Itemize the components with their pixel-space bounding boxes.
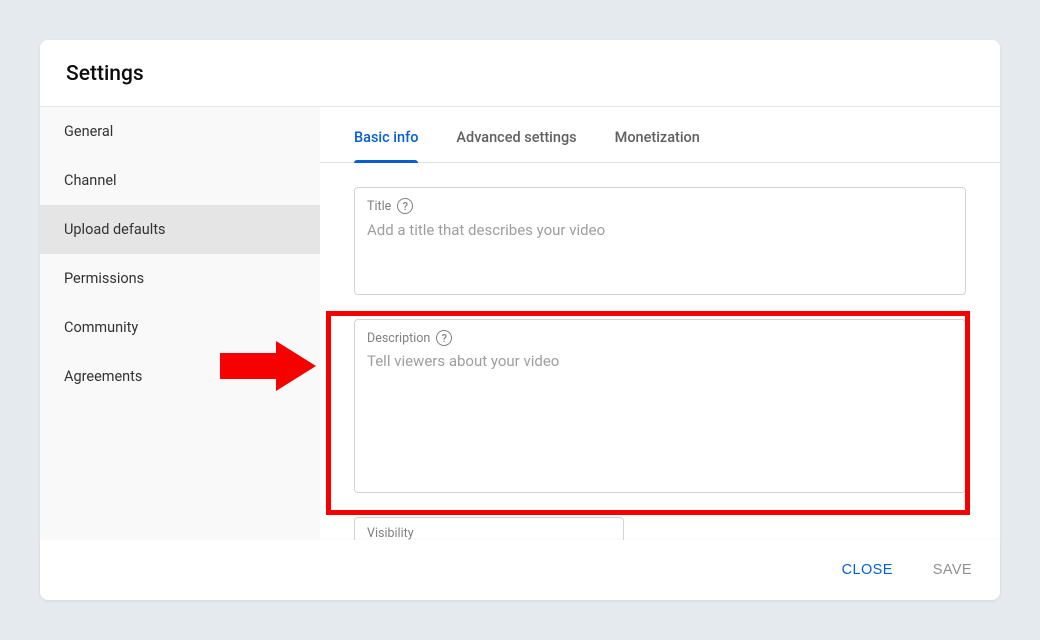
tab-label: Advanced settings xyxy=(456,129,576,146)
visibility-label: Visibility xyxy=(367,526,611,540)
tab-label: Basic info xyxy=(354,129,418,146)
form-area: Title ? Description ? Visibility xyxy=(320,163,1000,540)
title-label-row: Title ? xyxy=(367,198,953,214)
dialog-title: Settings xyxy=(66,62,974,86)
sidebar-item-channel[interactable]: Channel xyxy=(40,156,320,205)
dialog-body: General Channel Upload defaults Permissi… xyxy=(40,107,1000,540)
sidebar-item-label: Permissions xyxy=(64,270,144,287)
tab-label: Monetization xyxy=(615,129,700,146)
sidebar-item-label: Channel xyxy=(64,172,117,189)
help-icon[interactable]: ? xyxy=(397,198,413,214)
sidebar-item-general[interactable]: General xyxy=(40,107,320,156)
title-label: Title xyxy=(367,199,391,214)
visibility-select[interactable]: Visibility xyxy=(354,517,624,540)
sidebar-item-label: Community xyxy=(64,319,138,336)
content-scroll[interactable]: Basic info Advanced settings Monetizatio… xyxy=(320,107,1000,540)
help-icon[interactable]: ? xyxy=(436,330,452,346)
tab-basic-info[interactable]: Basic info xyxy=(354,129,418,162)
sidebar-item-upload-defaults[interactable]: Upload defaults xyxy=(40,205,320,254)
save-button[interactable]: SAVE xyxy=(925,556,980,584)
description-field[interactable]: Description ? xyxy=(354,319,966,493)
description-label-row: Description ? xyxy=(367,330,953,346)
dialog-footer: CLOSE SAVE xyxy=(40,540,1000,600)
tabs: Basic info Advanced settings Monetizatio… xyxy=(320,107,1000,163)
title-input[interactable] xyxy=(367,221,953,239)
sidebar-item-community[interactable]: Community xyxy=(40,303,320,352)
dialog-header: Settings xyxy=(40,40,1000,107)
description-label: Description xyxy=(367,331,430,346)
sidebar-item-label: Upload defaults xyxy=(64,221,166,238)
close-button[interactable]: CLOSE xyxy=(834,556,901,584)
settings-sidebar: General Channel Upload defaults Permissi… xyxy=(40,107,320,540)
sidebar-item-permissions[interactable]: Permissions xyxy=(40,254,320,303)
sidebar-item-label: Agreements xyxy=(64,368,142,385)
tab-advanced-settings[interactable]: Advanced settings xyxy=(456,129,576,162)
button-label: CLOSE xyxy=(842,562,893,578)
tab-monetization[interactable]: Monetization xyxy=(615,129,700,162)
sidebar-item-label: General xyxy=(64,123,113,140)
sidebar-item-agreements[interactable]: Agreements xyxy=(40,352,320,401)
button-label: SAVE xyxy=(933,562,972,578)
description-input[interactable] xyxy=(367,352,953,442)
title-field[interactable]: Title ? xyxy=(354,187,966,295)
settings-dialog: Settings General Channel Upload defaults… xyxy=(40,40,1000,600)
content-wrapper: Basic info Advanced settings Monetizatio… xyxy=(320,107,1000,540)
